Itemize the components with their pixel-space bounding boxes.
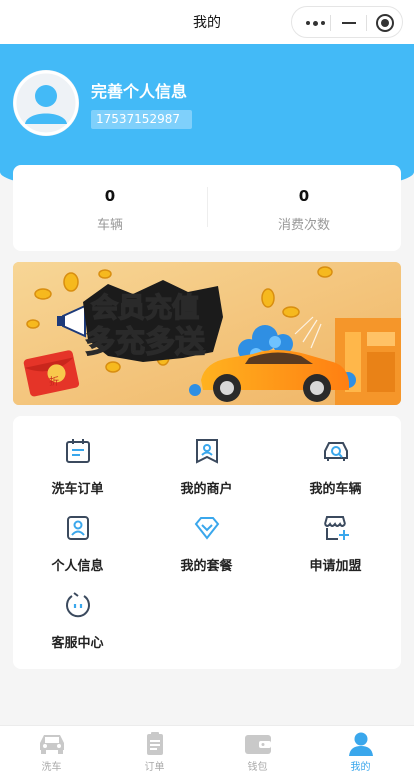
- menu-item-franchise[interactable]: 申请加盟: [271, 515, 400, 585]
- stat-vehicles[interactable]: 0 车辆: [13, 165, 207, 251]
- person-card-icon: [66, 516, 89, 540]
- more-options-icon[interactable]: [306, 20, 325, 26]
- bottom-tab-bar: 洗车 订单 钱包 我的: [0, 725, 414, 780]
- tab-wallet[interactable]: 钱包: [206, 726, 309, 780]
- capsule-divider: [330, 15, 331, 31]
- car-icon: [39, 735, 64, 754]
- merchant-tag-icon: [195, 439, 218, 464]
- complete-profile-link[interactable]: 完善个人信息: [91, 78, 187, 102]
- stat-vehicles-label: 车辆: [96, 218, 123, 233]
- menu-label-wash-orders: 洗车订单: [51, 482, 104, 497]
- menu-label-customer-service: 客服中心: [51, 636, 104, 651]
- phone-number: 17537152987: [91, 110, 192, 129]
- menu-item-my-vehicles[interactable]: 我的车辆: [271, 438, 400, 508]
- calendar-list-icon: [65, 439, 90, 463]
- menu-label-franchise: 申请加盟: [309, 559, 362, 574]
- tab-label-wallet: 钱包: [247, 762, 268, 773]
- default-avatar-icon: [13, 70, 79, 136]
- navigation-bar: 我的: [0, 0, 414, 44]
- menu-item-personal-info[interactable]: 个人信息: [13, 515, 142, 585]
- service-face-icon: [65, 592, 90, 618]
- menu-label-my-packages: 我的套餐: [180, 559, 233, 574]
- tab-car-wash[interactable]: 洗车: [0, 726, 103, 780]
- wallet-icon: [244, 735, 271, 754]
- tab-label-car-wash: 洗车: [41, 762, 62, 773]
- order-icon: [146, 732, 163, 755]
- tab-orders[interactable]: 订单: [103, 726, 206, 780]
- menu-label-my-vehicles: 我的车辆: [309, 482, 362, 497]
- shop-plus-icon: [323, 516, 349, 540]
- avatar[interactable]: [13, 70, 79, 136]
- stat-consumption-label: 消费次数: [277, 218, 330, 233]
- menu-label-personal-info: 个人信息: [51, 559, 104, 574]
- stat-vehicles-count: 0: [104, 187, 116, 205]
- stats-card: 0 车辆 0 消费次数: [13, 165, 401, 251]
- menu-item-customer-service[interactable]: 客服中心: [13, 592, 142, 662]
- stat-consumption[interactable]: 0 消费次数: [207, 165, 401, 251]
- menu-item-my-merchants[interactable]: 我的商户: [142, 438, 271, 508]
- capsule-divider: [366, 15, 367, 31]
- promo-banner[interactable]: 会员充值 多充多送 折: [13, 262, 401, 405]
- tab-mine[interactable]: 我的: [309, 726, 412, 780]
- promo-banner-illustration: 会员充值 多充多送 折: [13, 262, 401, 405]
- menu-item-wash-orders[interactable]: 洗车订单: [13, 438, 142, 508]
- minimize-icon[interactable]: [342, 22, 356, 24]
- function-menu: 洗车订单 我的商户 我的车辆 个人信息 我的套餐 申请加盟 客服中心: [13, 416, 401, 669]
- tab-label-orders: 订单: [144, 762, 165, 773]
- mini-program-capsule: [291, 6, 403, 38]
- close-mini-program-icon[interactable]: [376, 14, 394, 32]
- user-icon: [348, 732, 373, 756]
- tab-label-mine: 我的: [350, 762, 371, 773]
- envelope-mark: 折: [49, 375, 59, 388]
- menu-label-my-merchants: 我的商户: [180, 482, 233, 497]
- stat-consumption-count: 0: [298, 187, 310, 205]
- menu-item-my-packages[interactable]: 我的套餐: [142, 515, 271, 585]
- banner-line1: 会员充值: [91, 292, 199, 324]
- diamond-icon: [194, 517, 219, 540]
- car-search-icon: [323, 442, 348, 461]
- banner-line2: 多充多送: [85, 325, 205, 360]
